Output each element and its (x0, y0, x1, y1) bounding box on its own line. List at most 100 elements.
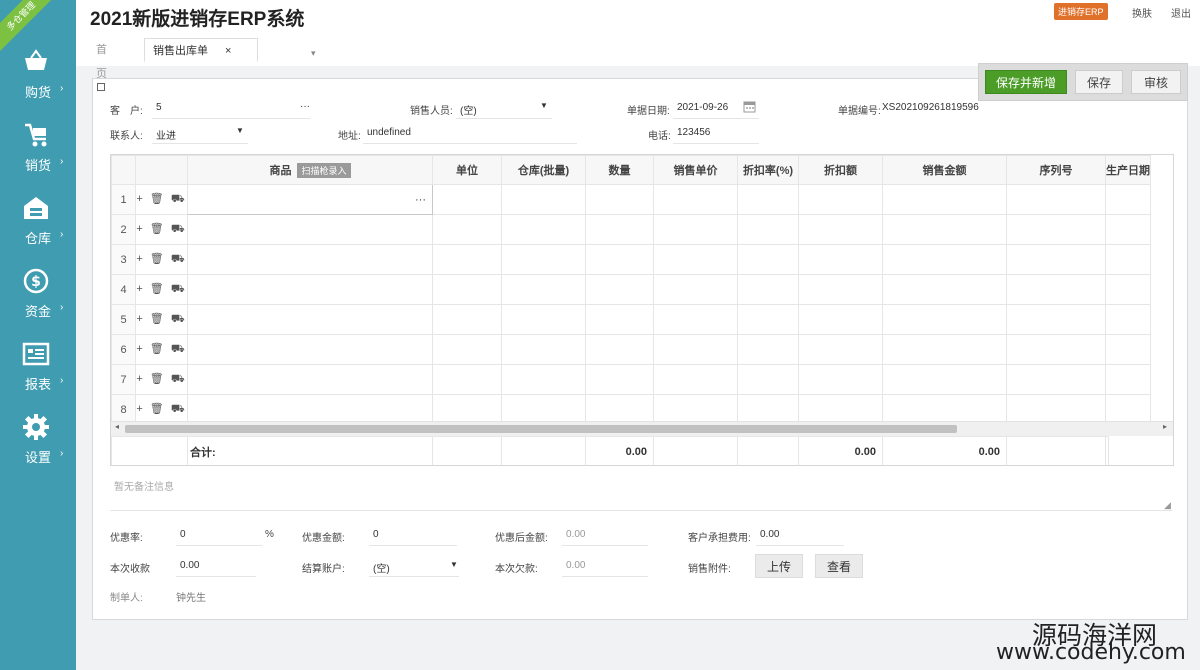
nav-reports[interactable]: 报表 › (0, 340, 76, 406)
grid-cell[interactable] (653, 394, 738, 425)
tab-home[interactable]: 首页 (96, 38, 107, 80)
grid-cell[interactable] (501, 244, 586, 275)
grid-cell[interactable] (798, 334, 883, 365)
row-actions[interactable]: + 🗑 ⛟ (135, 214, 188, 245)
calendar-icon[interactable] (743, 100, 756, 113)
grid-cell[interactable] (585, 304, 654, 335)
close-icon[interactable]: × (225, 39, 231, 63)
grid-cell[interactable] (882, 364, 1007, 395)
grid-cell[interactable] (653, 304, 738, 335)
grid-cell[interactable] (882, 184, 1007, 215)
customer-fee-field[interactable]: 0.00 (760, 529, 779, 540)
grid-cell[interactable] (501, 394, 586, 425)
grid-cell[interactable] (432, 394, 502, 425)
grid-cell[interactable] (501, 184, 586, 215)
grid-cell[interactable] (798, 214, 883, 245)
grid-cell[interactable] (1105, 274, 1151, 305)
row-actions[interactable]: + 🗑 ⛟ (135, 184, 188, 215)
grid-cell[interactable] (187, 274, 433, 305)
row-actions[interactable]: + 🗑 ⛟ (135, 334, 188, 365)
salesperson-select[interactable]: (空) (460, 102, 477, 117)
grid-cell[interactable] (187, 214, 433, 245)
nav-sales[interactable]: 销货 › (0, 121, 76, 187)
grid-cell[interactable] (737, 244, 799, 275)
account-select[interactable]: (空) (373, 560, 390, 575)
grid-cell[interactable] (187, 244, 433, 275)
grid-cell[interactable] (798, 274, 883, 305)
grid-cell[interactable] (432, 214, 502, 245)
scan-entry-button[interactable]: 扫描枪录入 (297, 163, 351, 178)
grid-cell[interactable] (585, 274, 654, 305)
chevron-down-icon[interactable]: ▼ (450, 560, 458, 569)
grid-cell[interactable] (585, 394, 654, 425)
grid-cell[interactable] (187, 364, 433, 395)
date-field[interactable]: 2021-09-26 (677, 102, 728, 113)
audit-button[interactable]: 审核 (1131, 70, 1181, 94)
tab-sales-outbound[interactable]: 销售出库单 × ▾ (144, 38, 316, 63)
product-picker-cell[interactable]: ··· (187, 184, 433, 215)
grid-cell[interactable] (882, 214, 1007, 245)
row-actions[interactable]: + 🗑 ⛟ (135, 244, 188, 275)
grid-cell[interactable] (1006, 364, 1106, 395)
grid-cell[interactable] (1105, 364, 1151, 395)
grid-cell[interactable] (432, 334, 502, 365)
customer-picker-icon[interactable]: ··· (300, 101, 310, 112)
grid-cell[interactable] (187, 304, 433, 335)
horizontal-scrollbar[interactable]: ◂ ▸ (111, 421, 1173, 436)
grid-cell[interactable] (1006, 274, 1106, 305)
row-actions[interactable]: + 🗑 ⛟ (135, 274, 188, 305)
grid-cell[interactable] (187, 394, 433, 425)
nav-warehouse[interactable]: 仓库 › (0, 194, 76, 260)
grid-cell[interactable] (737, 274, 799, 305)
grid-cell[interactable] (501, 304, 586, 335)
grid-cell[interactable] (585, 184, 654, 215)
grid-cell[interactable] (737, 334, 799, 365)
nav-settings[interactable]: 设置 › (0, 413, 76, 479)
grid-cell[interactable] (653, 214, 738, 245)
customer-field[interactable]: 5 (156, 102, 162, 113)
scroll-left-icon[interactable]: ◂ (115, 422, 119, 431)
chevron-down-icon[interactable]: ▾ (311, 41, 316, 65)
grid-cell[interactable] (501, 274, 586, 305)
grid-cell[interactable] (432, 274, 502, 305)
grid-cell[interactable] (798, 394, 883, 425)
received-field[interactable]: 0.00 (180, 560, 199, 571)
upload-button[interactable]: 上传 (755, 554, 803, 578)
row-actions[interactable]: + 🗑 ⛟ (135, 394, 188, 425)
resize-handle-icon[interactable]: ◢ (1164, 500, 1171, 511)
grid-cell[interactable] (432, 304, 502, 335)
grid-cell[interactable] (585, 334, 654, 365)
grid-cell[interactable] (585, 244, 654, 275)
grid-cell[interactable] (1006, 394, 1106, 425)
grid-cell[interactable] (187, 334, 433, 365)
scroll-thumb[interactable] (125, 425, 957, 433)
contact-select[interactable]: 业进 (156, 127, 176, 142)
address-field[interactable]: undefined (367, 127, 411, 138)
grid-cell[interactable] (501, 334, 586, 365)
nav-funds[interactable]: $ 资金 › (0, 267, 76, 333)
grid-cell[interactable] (1105, 394, 1151, 425)
scroll-right-icon[interactable]: ▸ (1163, 422, 1167, 431)
view-button[interactable]: 查看 (815, 554, 863, 578)
grid-cell[interactable] (1105, 304, 1151, 335)
grid-cell[interactable] (882, 304, 1007, 335)
grid-cell[interactable] (653, 274, 738, 305)
remark-textarea[interactable]: 暂无备注信息 ◢ (110, 474, 1172, 511)
grid-cell[interactable] (1105, 334, 1151, 365)
grid-cell[interactable] (882, 274, 1007, 305)
grid-cell[interactable] (737, 184, 799, 215)
grid-cell[interactable] (653, 334, 738, 365)
grid-cell[interactable] (798, 184, 883, 215)
discount-rate-field[interactable]: 0 (180, 529, 186, 540)
grid-cell[interactable] (882, 334, 1007, 365)
nav-purchase[interactable]: 购货 › (0, 48, 76, 114)
grid-cell[interactable] (653, 244, 738, 275)
grid-cell[interactable] (798, 244, 883, 275)
row-actions[interactable]: + 🗑 ⛟ (135, 364, 188, 395)
discount-amount-field[interactable]: 0 (373, 529, 379, 540)
grid-cell[interactable] (501, 214, 586, 245)
grid-cell[interactable] (798, 304, 883, 335)
grid-cell[interactable] (737, 394, 799, 425)
collapse-icon[interactable] (97, 83, 105, 91)
grid-cell[interactable] (1006, 214, 1106, 245)
